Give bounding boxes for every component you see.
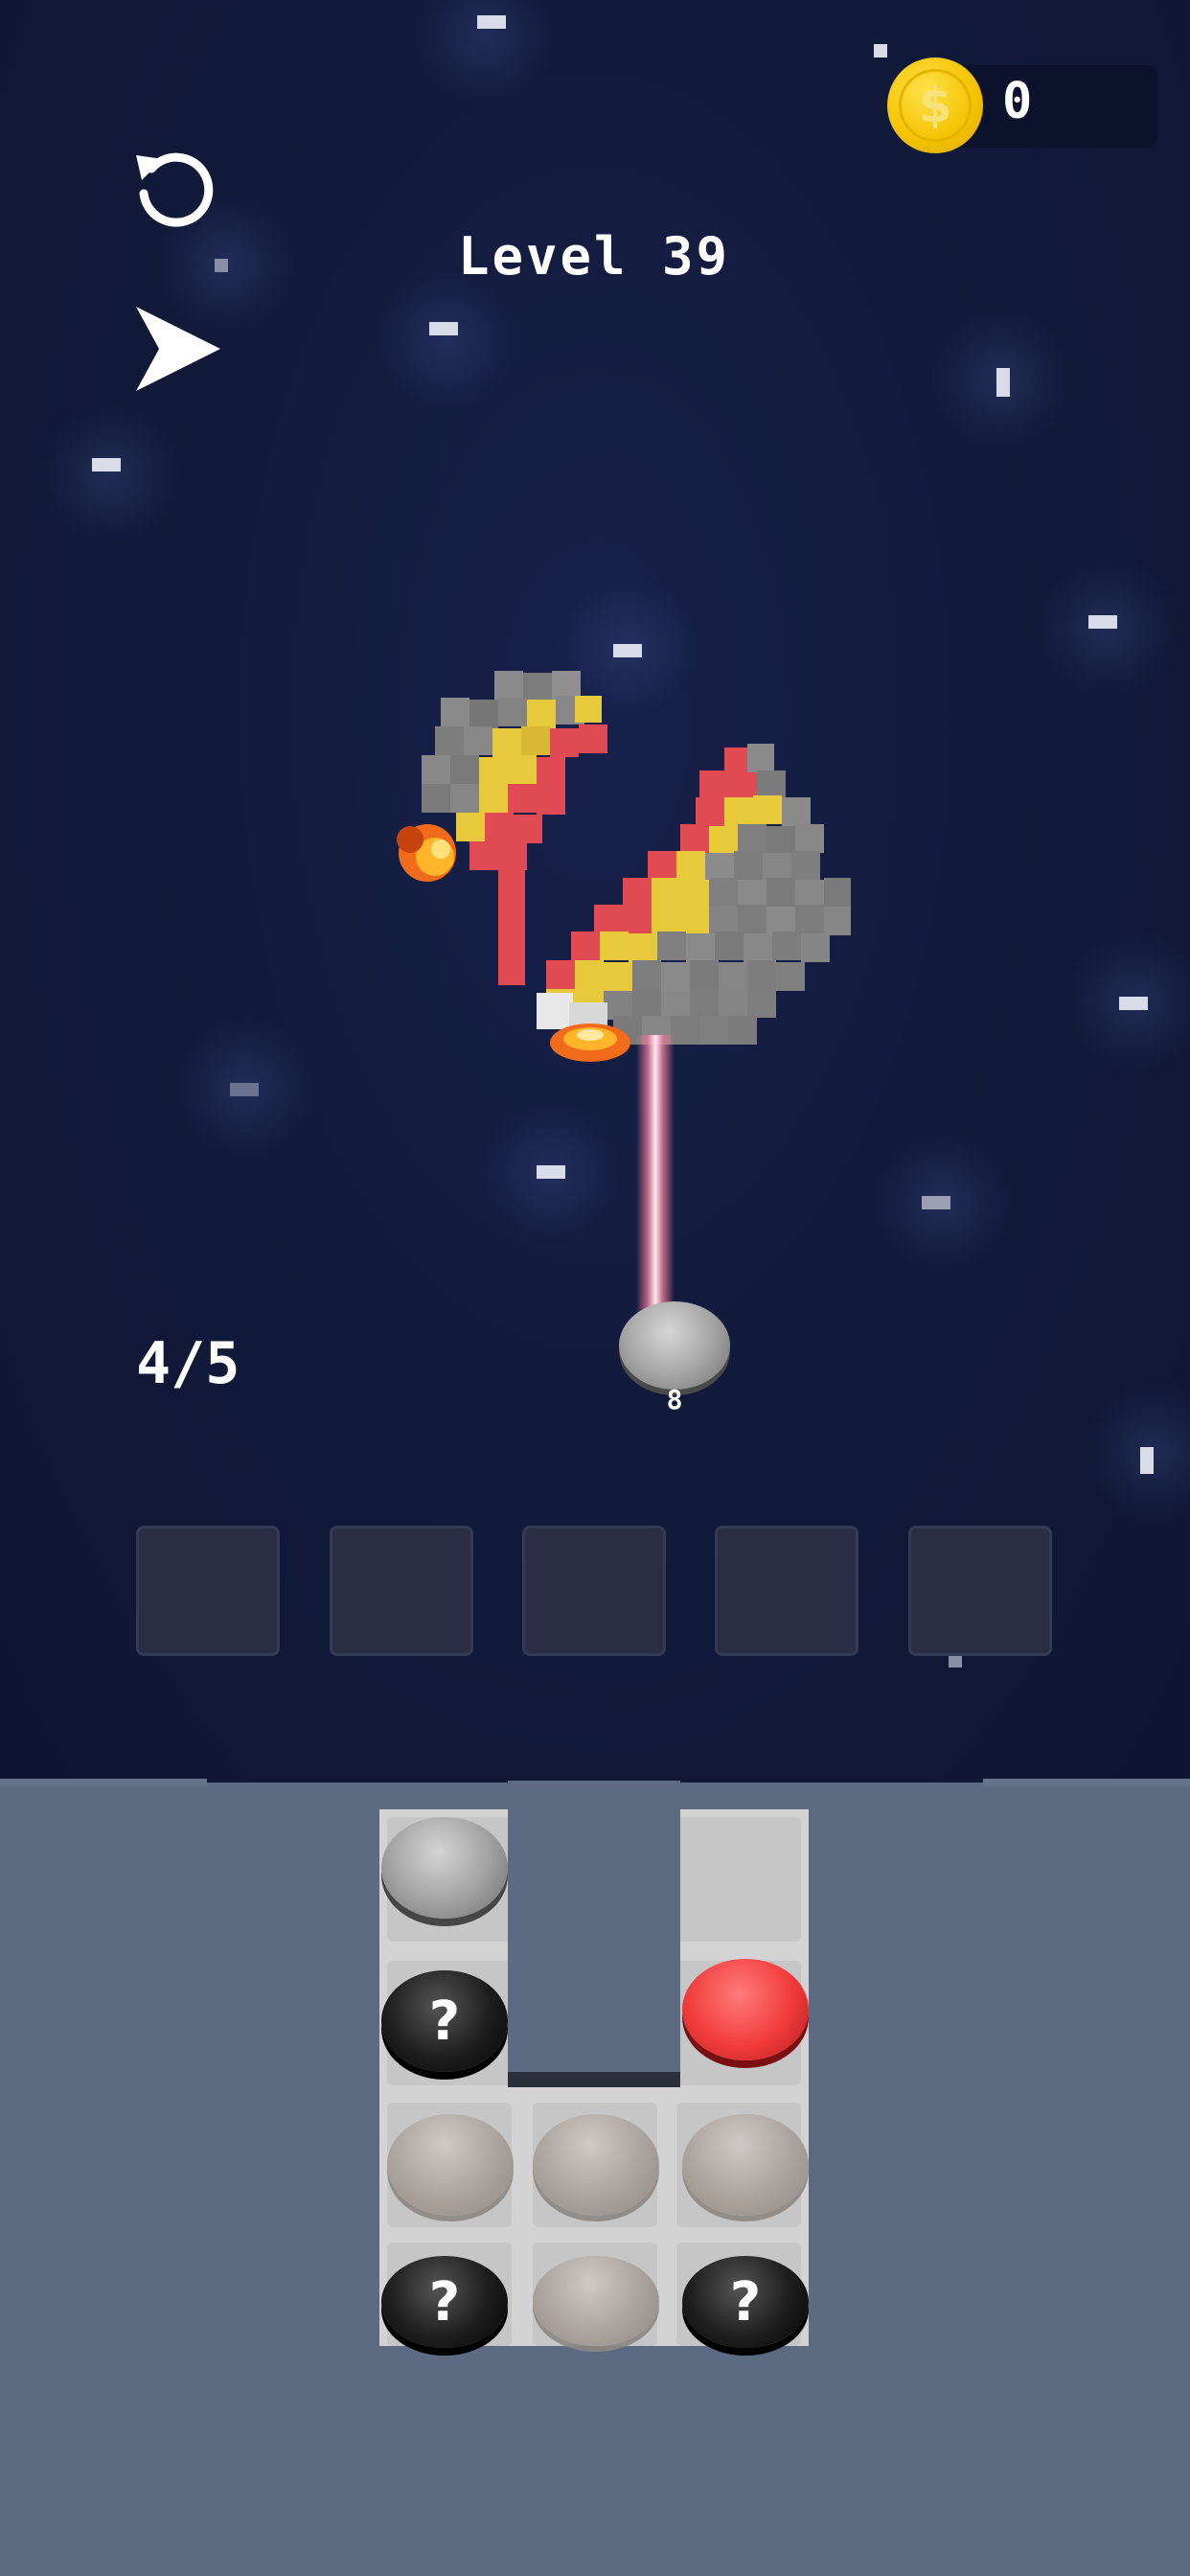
ball-locked [387, 2114, 514, 2216]
laser-beam [636, 1035, 675, 1322]
skip-level-button[interactable] [132, 303, 224, 395]
level-title: Level 39 [457, 226, 731, 287]
pixel-art-target [397, 671, 851, 1062]
star [230, 1083, 259, 1096]
tray-edge [983, 1779, 1190, 1786]
tray-edge [0, 1779, 207, 1786]
mystery-label: ? [729, 2270, 762, 2334]
dollar-sign: $ [899, 69, 972, 142]
star [1088, 615, 1117, 629]
grid-divider-wall [508, 1781, 680, 2087]
restart-icon [136, 152, 214, 227]
star [874, 44, 887, 58]
star [1119, 997, 1148, 1010]
shots-counter: 4/5 [136, 1330, 240, 1397]
queue-slot-3[interactable] [522, 1526, 666, 1656]
ball-locked [682, 2114, 809, 2216]
restart-button[interactable] [128, 140, 220, 232]
ball-locked [533, 2256, 659, 2346]
ball-red[interactable] [682, 1959, 809, 2060]
star [477, 15, 506, 29]
star-glow [374, 268, 517, 412]
queue-slot-5[interactable] [908, 1526, 1052, 1656]
pixel-chunk-right [537, 744, 851, 1045]
star [996, 368, 1010, 397]
star-glow [1083, 1380, 1190, 1524]
impact-fire [550, 1024, 630, 1062]
shooter-ammo-count: 8 [666, 1384, 683, 1415]
mystery-label: ? [428, 2270, 461, 2334]
star [922, 1196, 950, 1209]
queue-slot-1[interactable] [136, 1526, 280, 1656]
grid-cell [676, 1817, 801, 1942]
star [537, 1165, 565, 1179]
star [1140, 1447, 1154, 1474]
ball-mystery: ? [682, 2256, 809, 2348]
mystery-label: ? [428, 1990, 461, 2053]
ball-mystery: ? [381, 2256, 508, 2348]
queue-slot-4[interactable] [715, 1526, 858, 1656]
star [949, 1654, 962, 1668]
coin-icon: $ [887, 58, 983, 153]
ball-gray[interactable] [381, 1817, 508, 1919]
queue-slot-2[interactable] [330, 1526, 473, 1656]
ball-mystery[interactable]: ? [381, 1970, 508, 2072]
ball-locked [533, 2114, 659, 2216]
star [215, 259, 228, 272]
coin-count: 0 [1002, 73, 1033, 130]
shooter-ball [619, 1301, 730, 1390]
star [429, 322, 458, 335]
fire-effect [397, 824, 456, 882]
star-glow [38, 402, 182, 546]
star [92, 458, 121, 472]
skip-arrow-icon [136, 307, 220, 391]
